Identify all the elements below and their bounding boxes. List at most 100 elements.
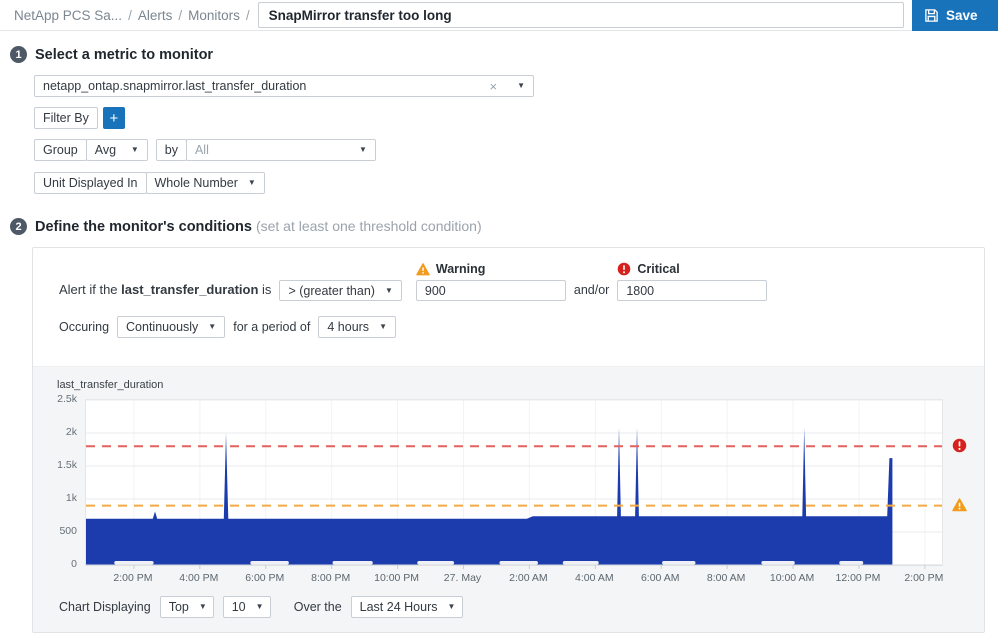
alert-prefix: Alert if the: [59, 282, 118, 297]
by-label: by: [156, 139, 187, 161]
unit-select[interactable]: Whole Number ▼: [146, 172, 265, 194]
x-tick-label: 12:00 PM: [835, 572, 880, 584]
warning-icon: [416, 263, 430, 276]
period-select[interactable]: 4 hours ▼: [318, 316, 396, 338]
x-tick-label: 27. May: [444, 572, 481, 584]
chart-y-axis: 05001k1.5k2k2.5k: [33, 399, 85, 564]
step2-title: Define the monitor's conditions(set at l…: [35, 218, 482, 235]
chart-threshold-icons: [943, 399, 984, 566]
chevron-down-icon: ▼: [447, 603, 455, 611]
breadcrumb-separator: /: [246, 8, 250, 23]
group-aggregation-value: Avg: [95, 143, 116, 157]
add-filter-button[interactable]: +: [103, 107, 125, 129]
chart-section: last_transfer_duration 05001k1.5k2k2.5k …: [33, 366, 984, 632]
chart-x-axis: 2:00 PM 4:00 PM 6:00 PM 8:00 PM 10:00 PM 27. …: [33, 570, 984, 588]
breadcrumb-root[interactable]: NetApp PCS Sa...: [14, 8, 122, 23]
step1-header: 1 Select a metric to monitor: [10, 46, 985, 63]
top-select[interactable]: Top ▼: [160, 596, 214, 618]
time-range-value: Last 24 Hours: [360, 600, 438, 614]
time-range-select[interactable]: Last 24 Hours ▼: [351, 596, 463, 618]
x-tick-label: 8:00 AM: [707, 572, 746, 584]
x-tick-label: 2:00 AM: [509, 572, 548, 584]
x-tick-label: 4:00 PM: [179, 572, 218, 584]
period-value: 4 hours: [327, 320, 369, 334]
metric-select-value: netapp_ontap.snapmirror.last_transfer_du…: [43, 79, 479, 93]
step2-number-badge: 2: [10, 218, 27, 235]
warning-threshold-input[interactable]: [416, 280, 566, 301]
chevron-down-icon: ▼: [517, 82, 525, 90]
group-label: Group: [34, 139, 87, 161]
chevron-down-icon: ▼: [131, 146, 139, 154]
x-tick-label: 4:00 AM: [575, 572, 614, 584]
over-the-label: Over the: [294, 600, 342, 614]
andor-label: and/or: [574, 283, 609, 301]
occurring-value: Continuously: [126, 320, 198, 334]
filter-by-label: Filter By: [34, 107, 98, 129]
x-tick-label: 6:00 PM: [245, 572, 284, 584]
chart-title: last_transfer_duration: [57, 379, 984, 391]
breadcrumb-monitors[interactable]: Monitors: [188, 8, 240, 23]
unit-value: Whole Number: [155, 176, 238, 190]
y-tick-label: 2k: [66, 426, 77, 438]
y-tick-label: 1k: [66, 492, 77, 504]
conditions-panel: Alert if the last_transfer_duration is >…: [32, 247, 985, 633]
y-tick-label: 500: [59, 525, 77, 537]
count-select[interactable]: 10 ▼: [223, 596, 271, 618]
breadcrumb: NetApp PCS Sa... / Alerts / Monitors /: [14, 8, 250, 23]
chart-displaying-label: Chart Displaying: [59, 600, 151, 614]
occurring-select[interactable]: Continuously ▼: [117, 316, 225, 338]
step1-title: Select a metric to monitor: [35, 47, 213, 63]
step2-header: 2 Define the monitor's conditions(set at…: [10, 218, 985, 235]
alert-suffix: is: [262, 282, 271, 297]
group-aggregation-select[interactable]: Avg ▼: [86, 139, 148, 161]
step2-title-text: Define the monitor's conditions: [35, 219, 252, 235]
occurring-label: Occuring: [59, 320, 109, 334]
top-bar: NetApp PCS Sa... / Alerts / Monitors / S…: [0, 0, 998, 31]
critical-threshold-icon: [952, 438, 967, 453]
count-value: 10: [232, 600, 246, 614]
chevron-down-icon: ▼: [199, 603, 207, 611]
chevron-down-icon: ▼: [256, 603, 264, 611]
critical-label: Critical: [637, 262, 679, 276]
period-label: for a period of: [233, 320, 310, 334]
group-by-value: All: [195, 143, 209, 157]
save-icon: [924, 8, 939, 23]
y-tick-label: 0: [71, 558, 77, 570]
breadcrumb-separator: /: [178, 8, 182, 23]
operator-value: > (greater than): [288, 284, 375, 298]
chevron-down-icon: ▼: [248, 179, 256, 187]
group-by-select[interactable]: All ▼: [186, 139, 376, 161]
unit-displayed-label: Unit Displayed In: [34, 172, 147, 194]
warning-label: Warning: [436, 262, 486, 276]
breadcrumb-alerts[interactable]: Alerts: [138, 8, 173, 23]
top-value: Top: [169, 600, 189, 614]
step2-title-note: (set at least one threshold condition): [256, 218, 482, 234]
step1-number-badge: 1: [10, 46, 27, 63]
chevron-down-icon: ▼: [208, 323, 216, 331]
warning-threshold-icon: [952, 498, 967, 513]
critical-icon: [617, 262, 631, 276]
x-tick-label: 10:00 AM: [770, 572, 814, 584]
chevron-down-icon: ▼: [379, 323, 387, 331]
clear-icon[interactable]: ×: [489, 79, 497, 94]
chart-controls: Chart Displaying Top ▼ 10 ▼ Over the Las…: [33, 588, 984, 632]
x-tick-label: 6:00 AM: [641, 572, 680, 584]
metric-select[interactable]: netapp_ontap.snapmirror.last_transfer_du…: [34, 75, 534, 97]
chevron-down-icon: ▼: [385, 287, 393, 295]
y-tick-label: 2.5k: [57, 393, 77, 405]
operator-select[interactable]: > (greater than) ▼: [279, 280, 401, 301]
monitor-title-input[interactable]: [258, 2, 904, 28]
x-tick-label: 2:00 PM: [113, 572, 152, 584]
breadcrumb-separator: /: [128, 8, 132, 23]
save-button[interactable]: Save: [912, 0, 998, 31]
x-tick-label: 2:00 PM: [904, 572, 943, 584]
alert-condition-text: Alert if the last_transfer_duration is: [59, 282, 271, 301]
x-tick-label: 8:00 PM: [311, 572, 350, 584]
save-button-label: Save: [946, 8, 978, 23]
critical-threshold-input[interactable]: [617, 280, 767, 301]
x-tick-label: 10:00 PM: [374, 572, 419, 584]
chart-plot-area[interactable]: [85, 399, 943, 566]
alert-metric-name: last_transfer_duration: [121, 282, 258, 297]
y-tick-label: 1.5k: [57, 459, 77, 471]
chevron-down-icon: ▼: [359, 146, 367, 154]
